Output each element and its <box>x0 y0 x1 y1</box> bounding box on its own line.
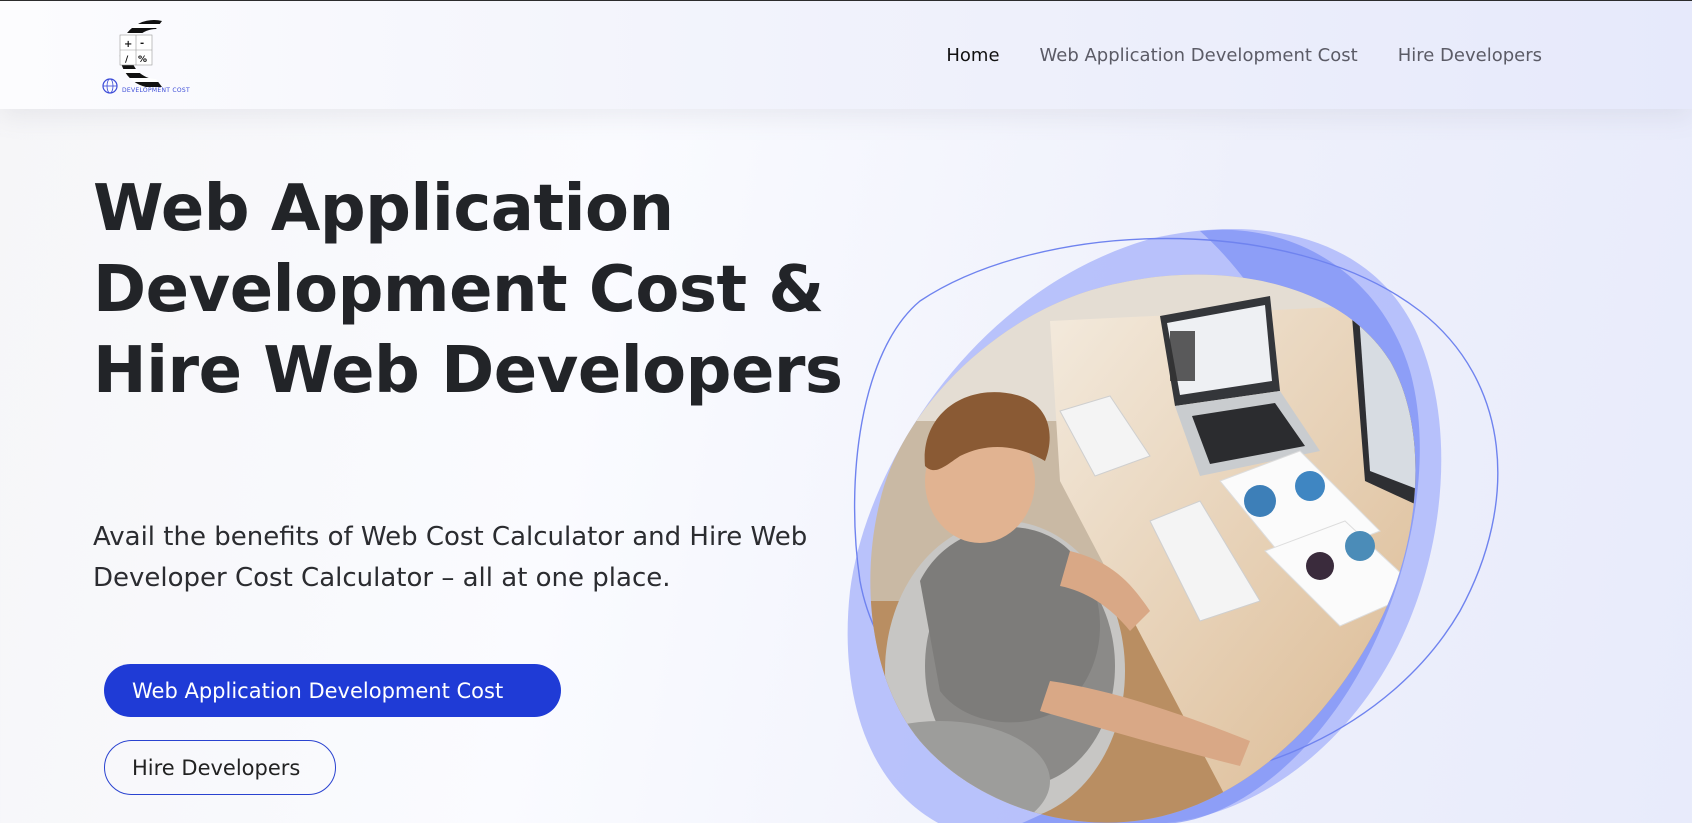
site-logo[interactable]: + - / % DEVELOPMENT COST <box>100 13 190 99</box>
svg-text:%: % <box>138 55 147 65</box>
main-nav: Home Web Application Development Cost Hi… <box>946 45 1542 66</box>
hero-subtitle: Avail the benefits of Web Cost Calculato… <box>93 522 808 593</box>
nav-hire-developers[interactable]: Hire Developers <box>1398 45 1542 66</box>
logo-caption: DEVELOPMENT COST <box>122 87 190 94</box>
web-app-dev-cost-button[interactable]: Web Application Development Cost <box>104 664 561 717</box>
nav-web-app-dev-cost[interactable]: Web Application Development Cost <box>1040 45 1358 66</box>
svg-text:-: - <box>140 38 144 49</box>
site-header: + - / % DEVELOPMENT COST Home Web Applic… <box>0 1 1692 109</box>
nav-home[interactable]: Home <box>946 45 999 66</box>
hire-developers-button[interactable]: Hire Developers <box>104 740 336 795</box>
hero-illustration <box>847 229 1499 823</box>
hero-image-area <box>820 221 1560 823</box>
developer-photo <box>870 274 1416 823</box>
svg-text:+: + <box>124 39 132 50</box>
hero-title: Web Application Development Cost & Hire … <box>93 172 843 408</box>
